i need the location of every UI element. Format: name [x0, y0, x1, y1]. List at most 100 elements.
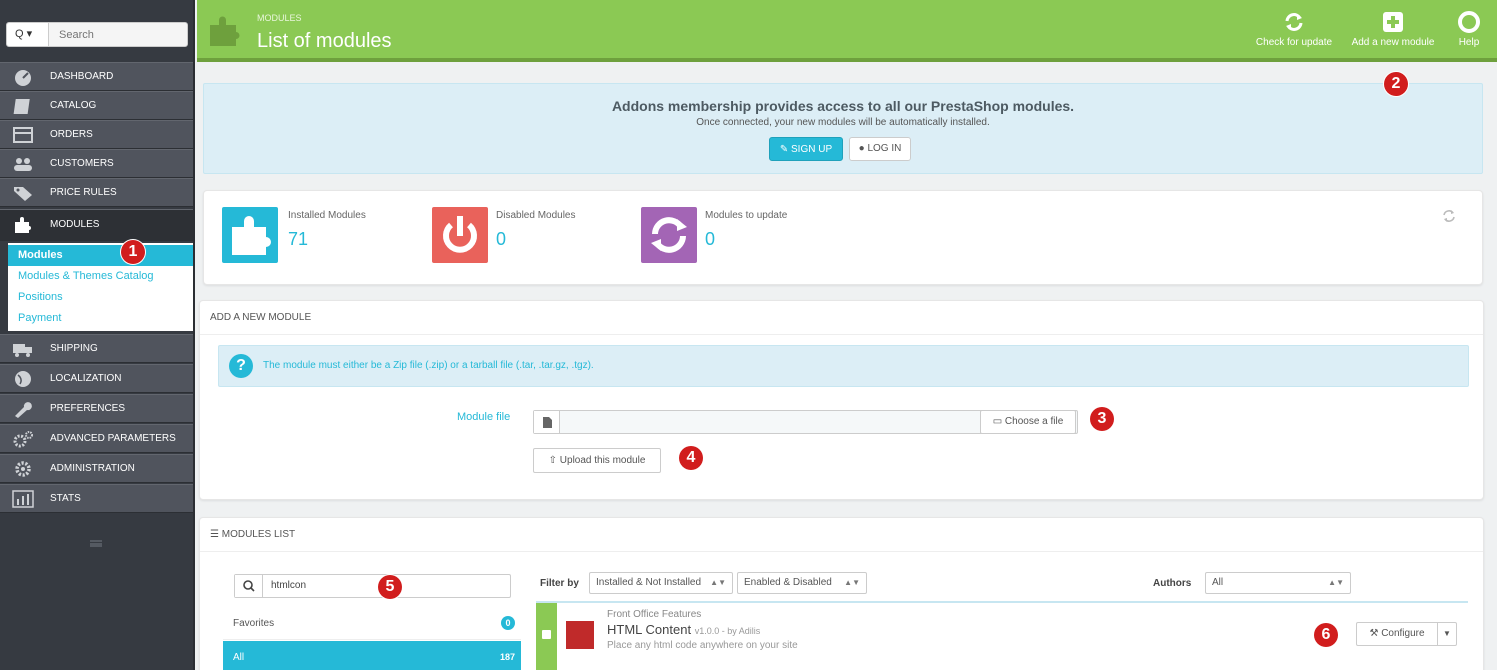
kpi-value[interactable]: 0 — [705, 229, 715, 250]
callout-marker: 3 — [1090, 407, 1114, 431]
sidebar-item-catalog[interactable]: CATALOG — [0, 91, 193, 120]
select-value: All — [1212, 577, 1224, 588]
sidebar-item-dashboard[interactable]: DASHBOARD — [0, 62, 193, 91]
kpi-panel: Installed Modules 71 Disabled Modules 0 … — [203, 190, 1483, 285]
sidebar-item-label: DASHBOARD — [50, 71, 114, 82]
page-title: List of modules — [257, 30, 392, 52]
sidebar-item-label: ADVANCED PARAMETERS — [50, 433, 176, 444]
puzzle-icon — [210, 16, 240, 46]
category-label: Favorites — [233, 618, 275, 629]
callout-marker: 2 — [1384, 72, 1408, 96]
sidebar-collapse-icon[interactable] — [90, 540, 102, 547]
sidebar-item-administration[interactable]: ADMINISTRATION — [0, 454, 193, 483]
sidebar-search: Q ▾ — [6, 22, 188, 47]
divider — [200, 334, 1483, 335]
configure-button[interactable]: ⚒ Configure — [1356, 622, 1438, 646]
submenu-modules[interactable]: Modules — [8, 245, 193, 266]
sidebar-item-orders[interactable]: ORDERS — [0, 120, 193, 149]
log-in-label: LOG IN — [867, 143, 902, 154]
sort-icon: ▲▼ — [710, 578, 726, 587]
search-value: htmlcon — [271, 580, 307, 591]
module-logo — [566, 621, 594, 649]
sidebar-item-label: PRICE RULES — [50, 187, 117, 198]
toolbar-label: Add a new module — [1351, 37, 1435, 48]
callout-marker: 6 — [1314, 623, 1338, 647]
log-in-button[interactable]: ● LOG IN — [849, 137, 911, 161]
submenu-payment[interactable]: Payment — [8, 308, 193, 329]
select-value: Enabled & Disabled — [744, 577, 832, 588]
sidebar-item-label: PREFERENCES — [50, 403, 126, 414]
sidebar-item-preferences[interactable]: PREFERENCES — [0, 394, 193, 423]
kpi-value[interactable]: 0 — [496, 229, 506, 250]
module-search-input[interactable]: htmlcon — [234, 574, 511, 598]
breadcrumb[interactable]: MODULES — [257, 13, 302, 23]
sidebar-item-localization[interactable]: LOCALIZATION — [0, 364, 193, 393]
submenu-modules-themes-catalog[interactable]: Modules & Themes Catalog — [8, 266, 193, 287]
module-category: Front Office Features — [607, 609, 702, 620]
bar-chart-icon — [12, 490, 34, 508]
sidebar-item-label: STATS — [50, 493, 81, 504]
globe-icon — [15, 371, 31, 387]
kpi-label: Installed Modules — [288, 210, 366, 221]
filter-by-label: Filter by — [540, 578, 579, 589]
module-checkbox[interactable] — [542, 630, 551, 639]
sidebar-item-label: CUSTOMERS — [50, 158, 114, 169]
sidebar-item-label: MODULES — [50, 219, 100, 230]
add-new-module-button[interactable]: Add a new module — [1345, 10, 1441, 48]
add-new-module-panel: ADD A NEW MODULE ? The module must eithe… — [199, 300, 1484, 500]
choose-file-button[interactable]: ▭ Choose a file — [980, 410, 1076, 434]
enabled-filter-select[interactable]: Enabled & Disabled ▲▼ — [737, 572, 867, 594]
submenu-positions[interactable]: Positions — [8, 287, 193, 308]
sign-up-button[interactable]: ✎ SIGN UP — [769, 137, 843, 161]
module-file-label: Module file — [457, 411, 511, 423]
addons-headline: Addons membership provides access to all… — [611, 98, 1075, 114]
info-text: The module must either be a Zip file (.z… — [263, 360, 594, 371]
check-for-update-button[interactable]: Check for update — [1253, 10, 1335, 48]
sidebar-item-shipping[interactable]: SHIPPING — [0, 334, 193, 363]
sidebar-item-label: LOCALIZATION — [50, 373, 122, 384]
callout-marker: 1 — [121, 240, 145, 264]
select-value: Installed & Not Installed — [596, 577, 702, 588]
sidebar-item-modules[interactable]: MODULES — [0, 209, 193, 241]
toolbar-label: Check for update — [1255, 37, 1333, 48]
panel-title: ☰ MODULES LIST — [210, 529, 295, 540]
kpi-label: Disabled Modules — [496, 210, 576, 221]
callout-marker: 5 — [378, 575, 402, 599]
gears-icon — [13, 431, 33, 448]
panel-title: ADD A NEW MODULE — [210, 312, 312, 323]
power-icon — [432, 207, 488, 263]
authors-select[interactable]: All ▲▼ — [1205, 572, 1351, 594]
install-filter-select[interactable]: Installed & Not Installed ▲▼ — [589, 572, 733, 594]
search-input[interactable] — [53, 23, 183, 46]
chevron-down-icon[interactable]: ▼ — [1437, 622, 1457, 646]
sidebar-item-customers[interactable]: CUSTOMERS — [0, 149, 193, 178]
help-button[interactable]: Help — [1451, 10, 1487, 48]
refresh-icon — [1285, 13, 1303, 31]
module-status-bar — [536, 603, 557, 670]
toolbar-label: Help — [1458, 37, 1480, 48]
sort-icon: ▲▼ — [1328, 578, 1344, 587]
sidebar-item-stats[interactable]: STATS — [0, 484, 193, 513]
modules-list-title: MODULES LIST — [221, 529, 296, 540]
module-title: HTML Content — [607, 622, 692, 637]
category-count: 187 — [499, 652, 515, 662]
sidebar: Q ▾ DASHBOARD CATALOG ORDERS CUSTOMERS P… — [0, 0, 195, 670]
puzzle-icon — [15, 217, 31, 233]
sidebar-item-price-rules[interactable]: PRICE RULES — [0, 178, 193, 207]
search-icon[interactable] — [235, 575, 263, 597]
search-scope-button[interactable]: Q ▾ — [7, 23, 49, 46]
category-favorites[interactable]: Favorites 0 — [223, 607, 521, 640]
kpi-value[interactable]: 71 — [288, 229, 308, 250]
refresh-icon[interactable] — [1441, 208, 1457, 224]
list-icon: ☰ — [210, 529, 222, 540]
wrench-icon: ⚒ — [1369, 628, 1382, 639]
upload-module-button[interactable]: ⇧ Upload this module — [533, 448, 661, 473]
choose-file-label: Choose a file — [1004, 416, 1064, 427]
file-icon — [534, 411, 560, 433]
lifebuoy-icon — [1458, 11, 1480, 33]
customers-icon — [14, 158, 32, 171]
info-alert: ? The module must either be a Zip file (… — [218, 345, 1469, 387]
sidebar-item-advanced-parameters[interactable]: ADVANCED PARAMETERS — [0, 424, 193, 453]
category-all[interactable]: All 187 — [223, 641, 521, 670]
category-count: 0 — [501, 616, 515, 630]
